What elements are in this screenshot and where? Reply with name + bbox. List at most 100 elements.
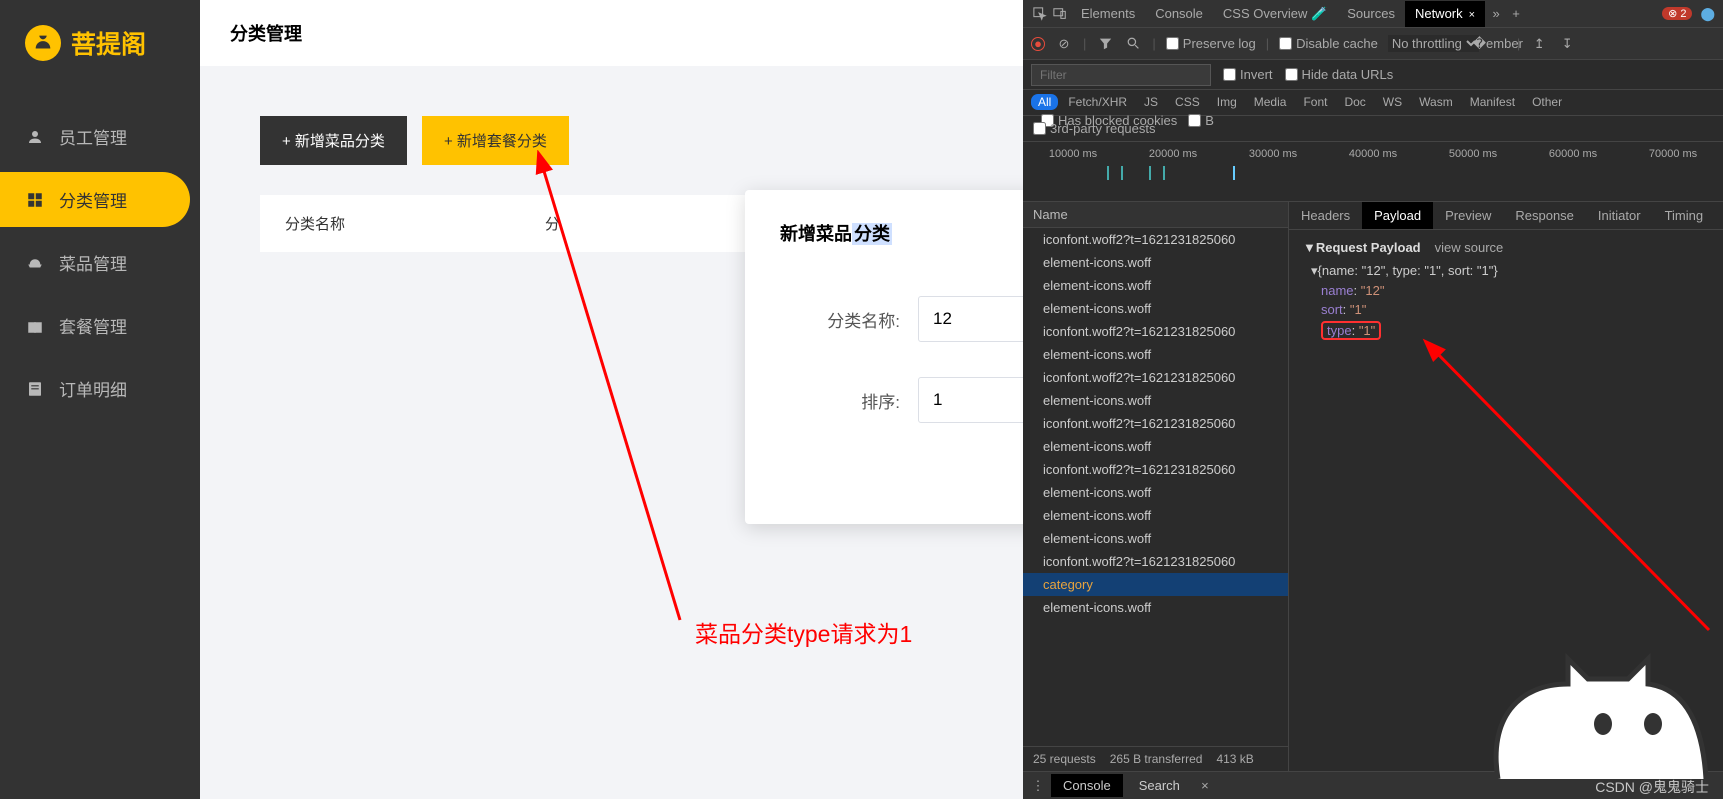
payload-row-type: type: "1" [1303,319,1709,342]
add-set-category-button[interactable]: + 新增套餐分类 [422,116,569,165]
logo-icon [25,25,61,61]
label-sort: 排序: [780,388,900,413]
payload-row-sort: sort: "1" [1303,300,1709,319]
inspect-icon[interactable] [1031,5,1049,23]
type-filter-css[interactable]: CSS [1168,94,1207,110]
type-filter-all[interactable]: All [1031,94,1058,110]
cat-decoration [1468,629,1708,779]
label-category-name: 分类名称: [780,307,900,332]
third-party-checkbox[interactable]: 3rd-party requests [1033,121,1156,136]
clear-icon[interactable]: ⊘ [1055,35,1073,53]
more-tabs-icon[interactable]: » [1487,5,1505,23]
view-source-link[interactable]: view source [1435,240,1504,255]
sidebar-item-1[interactable]: 分类管理 [0,172,190,227]
add-category-modal: 新增菜品分类 分类名称: 排序: 取消 [745,190,1023,524]
request-row[interactable]: element-icons.woff [1023,274,1288,297]
sidebar: 菩提阁 员工管理分类管理菜品管理套餐管理订单明细 [0,0,200,799]
request-row[interactable]: iconfont.woff2?t=1621231825060 [1023,412,1288,435]
request-row[interactable]: iconfont.woff2?t=1621231825060 [1023,550,1288,573]
detail-tab-payload[interactable]: Payload [1362,202,1433,229]
page-title: 分类管理 [200,0,1023,66]
request-row[interactable]: element-icons.woff [1023,389,1288,412]
throttling-select[interactable]: No throttling [1388,35,1479,52]
request-row[interactable]: element-icons.woff [1023,251,1288,274]
list-icon [25,379,45,399]
devtools-tab-sources[interactable]: Sources [1337,1,1405,27]
filter-input[interactable] [1031,64,1211,86]
sidebar-item-4[interactable]: 订单明细 [0,361,200,416]
filter-icon[interactable] [1096,35,1114,53]
detail-tab-initiator[interactable]: Initiator [1586,202,1653,229]
type-filter-other[interactable]: Other [1525,94,1569,110]
request-row[interactable]: element-icons.woff [1023,481,1288,504]
type-filter-img[interactable]: Img [1210,94,1244,110]
type-filter-doc[interactable]: Doc [1337,94,1372,110]
request-row[interactable]: element-icons.woff [1023,527,1288,550]
detail-tab-preview[interactable]: Preview [1433,202,1503,229]
sort-input[interactable] [918,377,1023,423]
invert-checkbox[interactable]: Invert [1223,67,1273,82]
request-row[interactable]: iconfont.woff2?t=1621231825060 [1023,458,1288,481]
annotation-text: 菜品分类type请求为1 [695,615,912,649]
search-icon[interactable] [1124,35,1142,53]
record-icon[interactable]: ● [1031,37,1045,51]
sidebar-item-2[interactable]: 菜品管理 [0,235,200,290]
type-filter-wasm[interactable]: Wasm [1412,94,1460,110]
filter-row: Invert Hide data URLs [1023,60,1723,90]
upload-icon[interactable]: ↥ [1530,35,1548,53]
request-row[interactable]: element-icons.woff [1023,596,1288,619]
payload-summary: ▾{name: "12", type: "1", sort: "1"} [1303,261,1709,281]
type-filter-fetch-xhr[interactable]: Fetch/XHR [1061,94,1134,110]
request-row[interactable]: element-icons.woff [1023,435,1288,458]
download-icon[interactable]: ↧ [1558,35,1576,53]
request-row[interactable]: iconfont.woff2?t=1621231825060 [1023,366,1288,389]
type-filter-font[interactable]: Font [1296,94,1334,110]
drawer-console-tab[interactable]: Console [1051,774,1123,797]
drawer-search-tab[interactable]: Search [1127,774,1192,797]
add-dish-category-button[interactable]: + 新增菜品分类 [260,116,407,165]
devtools-tab-console[interactable]: Console [1145,1,1213,27]
error-badge[interactable]: ⊗ 2 [1662,7,1692,20]
request-row[interactable]: iconfont.woff2?t=1621231825060 [1023,228,1288,251]
drawer-close-icon[interactable]: × [1196,777,1214,795]
gift-icon [25,316,45,336]
col-name: 分类名称 [285,213,345,234]
preserve-log-checkbox[interactable]: Preserve log [1166,36,1256,51]
devtools-tab-network[interactable]: Network× [1405,1,1485,27]
detail-tab-headers[interactable]: Headers [1289,202,1362,229]
network-toolbar: ● ⊘ | | Preserve log | Disable cache No … [1023,28,1723,60]
toolbar: + 新增菜品分类 + 新增套餐分类 [260,116,963,165]
type-filter-js[interactable]: JS [1137,94,1165,110]
request-row[interactable]: iconfont.woff2?t=1621231825060 [1023,320,1288,343]
hide-urls-checkbox[interactable]: Hide data URLs [1285,67,1394,82]
disable-cache-checkbox[interactable]: Disable cache [1279,36,1378,51]
timeline[interactable]: 10000 ms20000 ms30000 ms40000 ms50000 ms… [1023,142,1723,202]
modal-title: 新增菜品分类 [780,220,1023,246]
detail-tab-timing[interactable]: Timing [1653,202,1716,229]
payload-title: ▼Request Payload [1303,240,1421,255]
devtools-main-tabs: ElementsConsoleCSS Overview 🧪SourcesNetw… [1023,0,1723,28]
devtools-tab-css-overview[interactable]: CSS Overview 🧪 [1213,1,1337,27]
sidebar-item-0[interactable]: 员工管理 [0,109,200,164]
plus-icon[interactable]: + [1507,5,1525,23]
request-row[interactable]: category [1023,573,1288,596]
type-filter-manifest[interactable]: Manifest [1463,94,1522,110]
category-name-input[interactable] [918,296,1023,342]
nav-list: 员工管理分类管理菜品管理套餐管理订单明细 [0,101,200,424]
devtools-tab-elements[interactable]: Elements [1071,1,1145,27]
type-filter-media[interactable]: Media [1247,94,1294,110]
request-row[interactable]: element-icons.woff [1023,504,1288,527]
info-badge[interactable]: ⬤ [1700,6,1715,22]
logo: 菩提阁 [0,25,200,101]
status-bar: 25 requests 265 B transferred 413 kB [1023,746,1288,771]
request-row[interactable]: element-icons.woff [1023,343,1288,366]
wifi-icon[interactable]: �ember [1489,35,1507,53]
request-row[interactable]: element-icons.woff [1023,297,1288,320]
device-icon[interactable] [1051,5,1069,23]
detail-tab-response[interactable]: Response [1503,202,1586,229]
type-filter-ws[interactable]: WS [1376,94,1409,110]
grid-icon [25,190,45,210]
drawer-menu-icon[interactable]: ⋮ [1029,777,1047,795]
sidebar-item-3[interactable]: 套餐管理 [0,298,200,353]
name-column-header[interactable]: Name [1023,202,1288,228]
